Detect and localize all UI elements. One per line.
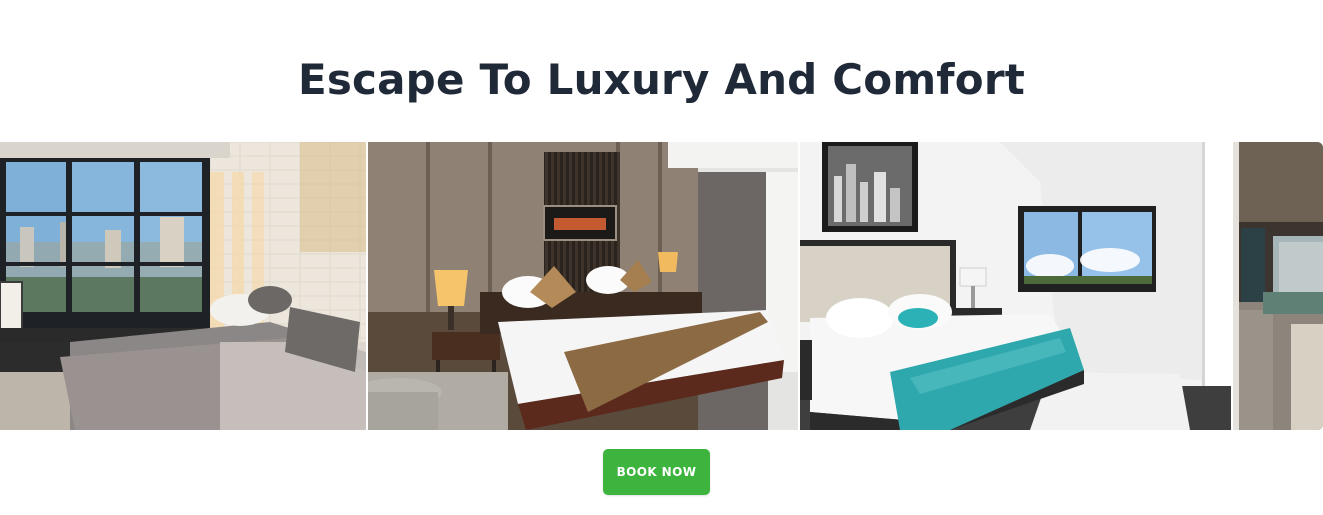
room-gallery [0,142,1323,430]
page-title: Escape To Luxury And Comfort [297,55,1026,104]
modern-bedroom-teal-throw-photo [800,142,1231,430]
sunlit-bedroom-photo [0,142,366,430]
lounge-room-photo [1233,142,1323,430]
hotel-suite-bedroom-photo [368,142,798,430]
book-now-button[interactable]: BOOK NOW [603,449,710,495]
